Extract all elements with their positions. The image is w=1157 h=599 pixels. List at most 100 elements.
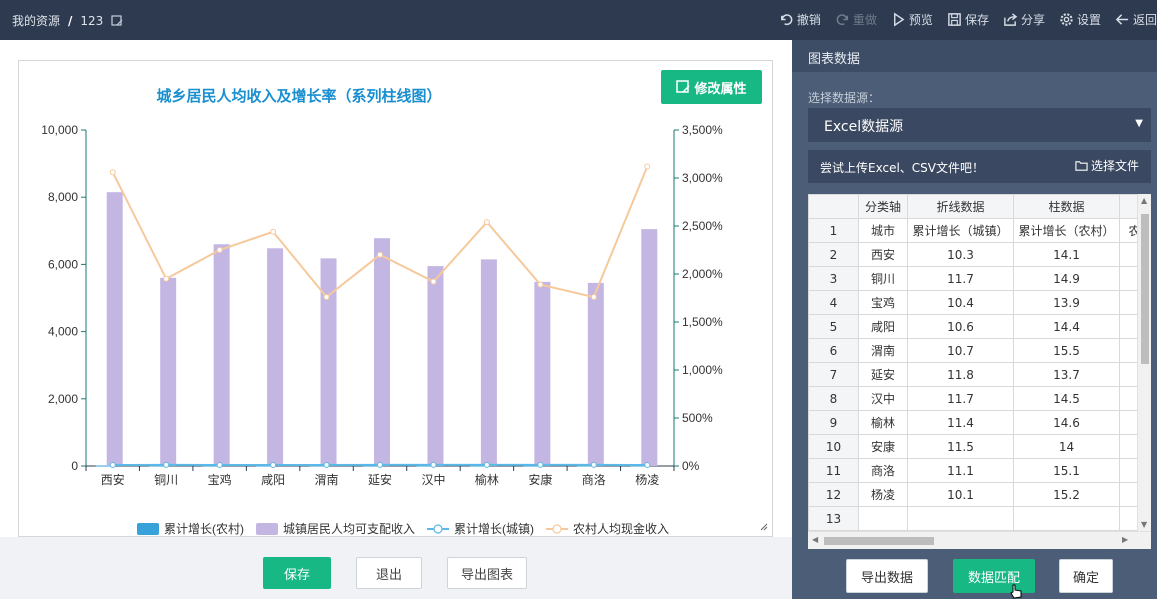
grid-cell[interactable]: 榆林 — [858, 410, 908, 435]
bar-urban-income — [641, 229, 658, 466]
grid-cell[interactable]: 10.4 — [907, 290, 1014, 315]
row-number-cell[interactable]: 8 — [808, 386, 859, 411]
grid-cell[interactable]: 宝鸡 — [858, 290, 908, 315]
line-point — [483, 219, 490, 226]
grid-cell[interactable]: 城市 — [858, 218, 908, 243]
breadcrumb-root[interactable]: 我的资源 — [12, 12, 60, 29]
share-button[interactable]: 分享 — [1003, 11, 1045, 28]
grid-cell[interactable]: 10.7 — [907, 338, 1014, 363]
grid-cell[interactable]: 14.5 — [1013, 386, 1120, 411]
grid-cell[interactable]: 11.7 — [907, 386, 1014, 411]
grid-cell[interactable]: 11.8 — [907, 362, 1014, 387]
table-row: 9 榆林 11.4 14.6 — [808, 410, 1150, 435]
grid-cell[interactable] — [907, 506, 1014, 531]
preview-button[interactable]: 预览 — [891, 11, 933, 28]
grid-cell[interactable]: 14.6 — [1013, 410, 1120, 435]
grid-cell[interactable]: 11.1 — [907, 458, 1014, 483]
line-point — [590, 461, 597, 468]
grid-cell[interactable]: 15.2 — [1013, 482, 1120, 507]
grid-cell[interactable]: 渭南 — [858, 338, 908, 363]
edit-properties-button[interactable]: 修改属性 — [661, 70, 762, 104]
row-number-cell[interactable]: 5 — [808, 314, 859, 339]
grid-cell[interactable]: 10.1 — [907, 482, 1014, 507]
datasource-select[interactable]: Excel数据源 ▼ — [808, 108, 1151, 142]
grid-cell[interactable]: 杨凌 — [858, 482, 908, 507]
grid-cell[interactable]: 累计增长（农村） — [1013, 218, 1120, 243]
undo-label: 撤销 — [796, 13, 821, 27]
row-number-cell[interactable]: 11 — [808, 458, 859, 483]
save-button[interactable]: 保存 — [263, 557, 331, 589]
bar-urban-income — [427, 266, 444, 466]
grid-header-cell[interactable]: 柱数据 — [1013, 194, 1120, 219]
grid-cell[interactable]: 咸阳 — [858, 314, 908, 339]
confirm-button[interactable]: 确定 — [1059, 559, 1113, 593]
footer-bar: 保存 退出 导出图表 — [0, 537, 792, 599]
grid-header-cell[interactable] — [808, 194, 859, 219]
horizontal-scrollbar[interactable]: ◀ ▶ — [808, 531, 1151, 549]
grid-cell[interactable]: 铜川 — [858, 266, 908, 291]
grid-cell[interactable]: 11.7 — [907, 266, 1014, 291]
chart-container[interactable]: 0 2,000 4,000 6,000 8,000 10,000 0% 500% 1,000% 1… — [18, 60, 773, 537]
scroll-right-icon[interactable]: ▶ — [1122, 535, 1128, 544]
grid-header-cell[interactable]: 折线数据 — [907, 194, 1014, 219]
save-toolbar-button[interactable]: 保存 — [947, 11, 989, 28]
back-button[interactable]: 返回 — [1115, 11, 1157, 28]
settings-button[interactable]: 设置 — [1059, 11, 1101, 28]
grid-cell[interactable]: 延安 — [858, 362, 908, 387]
row-number-cell[interactable]: 9 — [808, 410, 859, 435]
grid-cell[interactable] — [1013, 506, 1120, 531]
line-point — [537, 281, 544, 288]
line-point — [377, 461, 383, 468]
edit-name-icon[interactable] — [111, 14, 123, 27]
vertical-scrollbar[interactable]: ▲ ▼ — [1137, 194, 1151, 531]
grid-cell[interactable]: 13.7 — [1013, 362, 1120, 387]
row-number-cell[interactable]: 4 — [808, 290, 859, 315]
grid-header-cell[interactable]: 分类轴 — [858, 194, 908, 219]
line-point — [590, 294, 597, 301]
grid-cell[interactable]: 15.1 — [1013, 458, 1120, 483]
row-number-cell[interactable]: 6 — [808, 338, 859, 363]
grid-cell[interactable]: 累计增长（城镇） — [907, 218, 1014, 243]
row-number-cell[interactable]: 10 — [808, 434, 859, 459]
undo-button[interactable]: 撤销 — [779, 11, 821, 28]
scroll-left-icon[interactable]: ◀ — [812, 535, 818, 544]
row-number-cell[interactable]: 13 — [808, 506, 859, 531]
grid-cell[interactable]: 14.1 — [1013, 242, 1120, 267]
save-toolbar-label: 保存 — [964, 13, 989, 27]
row-number-cell[interactable]: 3 — [808, 266, 859, 291]
grid-cell[interactable]: 安康 — [858, 434, 908, 459]
grid-cell[interactable]: 商洛 — [858, 458, 908, 483]
y-right-tick-label: 1,000% — [682, 363, 723, 377]
data-grid[interactable]: 分类轴 折线数据 柱数据 1 城市 累计增长（城镇） 累计增长（农村）农 2 西安 10.3 14.… — [808, 194, 1151, 549]
vertical-scroll-thumb[interactable] — [1141, 214, 1149, 364]
play-icon — [893, 12, 905, 27]
scroll-up-icon[interactable]: ▲ — [1141, 196, 1147, 205]
line-point — [377, 251, 383, 258]
grid-cell[interactable]: 15.5 — [1013, 338, 1120, 363]
grid-cell[interactable]: 11.5 — [907, 434, 1014, 459]
grid-cell[interactable]: 10.6 — [907, 314, 1014, 339]
grid-cell[interactable]: 14.9 — [1013, 266, 1120, 291]
grid-cell[interactable]: 10.3 — [907, 242, 1014, 267]
grid-cell[interactable]: 11.4 — [907, 410, 1014, 435]
horizontal-scroll-thumb[interactable] — [824, 537, 934, 545]
row-number-cell[interactable]: 1 — [808, 218, 859, 243]
row-number-cell[interactable]: 7 — [808, 362, 859, 387]
export-chart-button[interactable]: 导出图表 — [447, 557, 527, 589]
grid-cell[interactable]: 13.9 — [1013, 290, 1120, 315]
datasource-value: Excel数据源 — [824, 119, 904, 135]
scroll-down-icon[interactable]: ▼ — [1141, 520, 1147, 529]
row-number-cell[interactable]: 12 — [808, 482, 859, 507]
grid-cell[interactable] — [858, 506, 908, 531]
back-label: 返回 — [1132, 13, 1157, 27]
exit-button[interactable]: 退出 — [356, 557, 422, 589]
pick-file-button[interactable]: 选择文件 — [1075, 157, 1139, 174]
grid-cell[interactable]: 西安 — [858, 242, 908, 267]
grid-cell[interactable]: 汉中 — [858, 386, 908, 411]
grid-cell[interactable]: 14.4 — [1013, 314, 1120, 339]
row-number-cell[interactable]: 2 — [808, 242, 859, 267]
grid-cell[interactable]: 14 — [1013, 434, 1120, 459]
resize-handle-icon[interactable] — [760, 523, 768, 531]
redo-button[interactable]: 重做 — [835, 11, 877, 28]
export-data-button[interactable]: 导出数据 — [846, 559, 928, 593]
